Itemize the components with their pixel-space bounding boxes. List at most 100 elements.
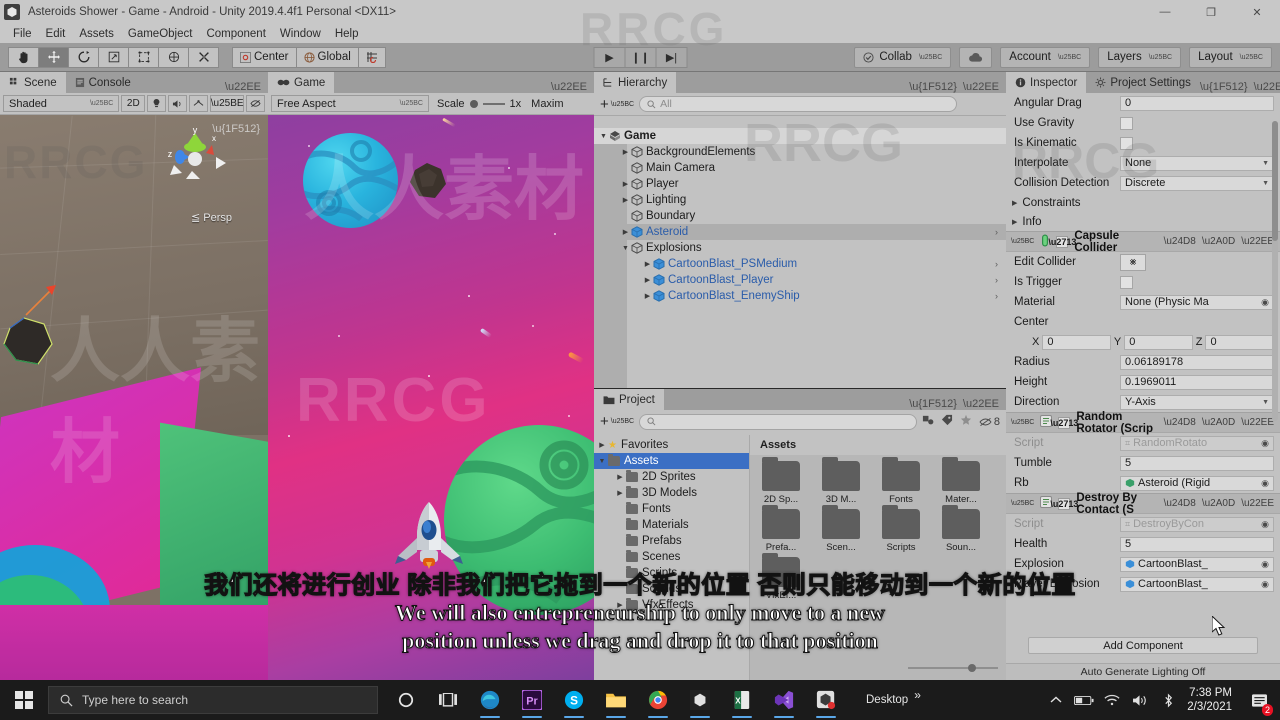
asset-zoom-slider[interactable]: [908, 662, 998, 674]
inspector-dropdown[interactable]: Discrete ▼: [1120, 175, 1274, 191]
foldout-twirl-icon[interactable]: ▶: [614, 489, 626, 497]
minimize-button[interactable]: —: [1142, 0, 1188, 24]
hierarchy-tree[interactable]: ▼ Game ▶ BackgroundElements Main Camera ▶ Play…: [594, 128, 1006, 388]
project-tree-row[interactable]: Scripts: [594, 565, 749, 581]
object-picker-icon[interactable]: ◉: [1261, 297, 1269, 308]
bluetooth-icon[interactable]: [1155, 680, 1181, 720]
move-tool-icon[interactable]: [38, 46, 69, 68]
play-button[interactable]: ▶: [593, 46, 626, 68]
inspector-object-field[interactable]: ⌗ DestroyByCon ◉: [1120, 516, 1274, 532]
effects-dropdown[interactable]: \u25BE: [210, 95, 244, 112]
foldout-twirl-icon[interactable]: \u25BC: [1011, 238, 1034, 245]
game-panel-menu[interactable]: \u22EE: [551, 81, 594, 93]
unity-icon[interactable]: [680, 680, 720, 720]
tab-console[interactable]: Console: [65, 72, 140, 93]
inspector-content[interactable]: Angular Drag 0 Use Gravity Is Kinematic Inte…: [1006, 93, 1280, 662]
hierarchy-row[interactable]: ▶ Asteroid ›: [594, 224, 1006, 240]
kebab-icon[interactable]: \u22EE: [963, 398, 999, 410]
scene-panel-menu[interactable]: \u22EE: [225, 81, 268, 93]
inspector-object-field[interactable]: Asteroid (Rigid ◉: [1120, 475, 1274, 491]
object-picker-icon[interactable]: ◉: [1261, 559, 1269, 570]
foldout-twirl-icon[interactable]: ▶: [642, 260, 653, 268]
object-picker-icon[interactable]: ◉: [1261, 478, 1269, 489]
inspector-dropdown[interactable]: Y-Axis ▼: [1120, 394, 1274, 410]
chrome-icon[interactable]: [638, 680, 678, 720]
speaker-icon[interactable]: [168, 95, 188, 112]
asset-grid-item[interactable]: 2D Sp...: [754, 457, 808, 505]
toggle-2d-button[interactable]: 2D: [121, 95, 146, 112]
destroy-by-contact-enabled-checkbox[interactable]: \u2713: [1050, 497, 1078, 510]
rect-tool-icon[interactable]: [128, 46, 159, 68]
visual-studio-icon[interactable]: [764, 680, 804, 720]
effects-icon[interactable]: [189, 95, 209, 112]
foldout-twirl-icon[interactable]: ▶: [642, 276, 653, 284]
cortana-icon[interactable]: [386, 680, 426, 720]
hierarchy-row[interactable]: ▶ BackgroundElements: [594, 144, 1006, 160]
pause-button[interactable]: ❙❙: [624, 46, 657, 68]
project-tree-row[interactable]: ▶ VfxEffects: [594, 597, 749, 613]
asset-grid-item[interactable]: Soun...: [934, 505, 988, 553]
edge-icon[interactable]: [470, 680, 510, 720]
edit-collider-button[interactable]: ⨳: [1120, 253, 1146, 271]
object-picker-icon[interactable]: ◉: [1261, 519, 1269, 530]
hierarchy-row[interactable]: ▼ Explosions: [594, 240, 1006, 256]
zoom-knob[interactable]: [968, 664, 976, 672]
custom-editor-tool-icon[interactable]: [188, 46, 219, 68]
kebab-icon[interactable]: \u22EE: [1241, 236, 1274, 247]
inspector-scrollbar[interactable]: [1272, 121, 1278, 421]
random-rotator-enabled-checkbox[interactable]: \u2713: [1050, 416, 1078, 429]
desktop-peek[interactable]: Desktop »: [860, 688, 921, 707]
hierarchy-row[interactable]: ▶ Player: [594, 176, 1006, 192]
add-gameobject-button[interactable]: + \u25BC: [600, 96, 634, 113]
project-tree-row[interactable]: ▶ 3D Models: [594, 485, 749, 501]
hierarchy-row[interactable]: ▶ CartoonBlast_EnemyShip ›: [594, 288, 1006, 304]
layout-button[interactable]: Layout \u25BC: [1189, 46, 1272, 68]
filter-by-label-icon[interactable]: [941, 414, 953, 429]
prefab-open-arrow-icon[interactable]: ›: [995, 275, 998, 285]
battery-icon[interactable]: [1071, 680, 1097, 720]
foldout-twirl-icon[interactable]: ▶: [620, 228, 631, 236]
maximize-on-play-button[interactable]: Maxim: [523, 98, 563, 110]
tab-inspector[interactable]: Inspector: [1006, 72, 1087, 93]
menu-file[interactable]: File: [6, 28, 39, 40]
capsule-collider-header[interactable]: \u25BC \u2713 Capsule Collider \u24D8 \u…: [1006, 230, 1280, 254]
inspector-checkbox[interactable]: [1120, 116, 1133, 130]
prefab-open-arrow-icon[interactable]: ›: [995, 259, 998, 269]
hierarchy-row[interactable]: Boundary: [594, 208, 1006, 224]
vector-y-input[interactable]: 0: [1124, 334, 1193, 350]
chevron-up-icon[interactable]: [1043, 680, 1069, 720]
inspector-text-input[interactable]: 5: [1120, 536, 1274, 552]
object-picker-icon[interactable]: ◉: [1261, 579, 1269, 590]
hand-tool-icon[interactable]: [8, 46, 39, 68]
notification-center-icon[interactable]: 2: [1244, 680, 1274, 720]
project-search-input[interactable]: [639, 413, 917, 430]
foldout-twirl-icon[interactable]: ▶: [642, 292, 653, 300]
inspector-foldout[interactable]: ▶ Constraints: [1006, 193, 1280, 212]
preset-icon[interactable]: \u2A0D: [1202, 236, 1235, 247]
prefab-open-arrow-icon[interactable]: ›: [995, 227, 998, 237]
vector-z-input[interactable]: 0: [1205, 334, 1275, 350]
perspective-label[interactable]: ≦ Persp: [191, 211, 232, 224]
taskbar-clock[interactable]: 7:38 PM 2/3/2021: [1183, 686, 1242, 715]
hidden-packages-toggle[interactable]: 8: [979, 416, 1000, 428]
windows-logo-icon[interactable]: [0, 680, 48, 720]
asset-grid-item[interactable]: Prefa...: [754, 505, 808, 553]
explorer-icon[interactable]: [596, 680, 636, 720]
filter-by-type-icon[interactable]: [922, 414, 934, 429]
random-rotator-header[interactable]: \u25BC \u2713 Random Rotator (Scrip \u24…: [1006, 411, 1280, 435]
collab-button[interactable]: Collab \u25BC: [854, 46, 952, 68]
inspector-text-input[interactable]: 5: [1120, 455, 1274, 471]
task-view-icon[interactable]: [428, 680, 468, 720]
hierarchy-row[interactable]: ▼ Game: [594, 128, 1006, 144]
prefab-open-arrow-icon[interactable]: ›: [995, 291, 998, 301]
close-button[interactable]: ✕: [1234, 0, 1280, 24]
tab-game[interactable]: Game: [268, 72, 335, 93]
game-viewport[interactable]: 人人素材 RRCG: [268, 115, 594, 680]
destroy-by-contact-header[interactable]: \u25BC \u2713 Destroy By Contact (S \u24…: [1006, 492, 1280, 516]
foldout-twirl-icon[interactable]: \u25BC: [1011, 500, 1034, 507]
premiere-icon[interactable]: Pr: [512, 680, 552, 720]
project-folder-tree[interactable]: ▶ ★ Favorites ▼ Assets ▶ 2D Sprites ▶ 3D Models F…: [594, 435, 750, 680]
asset-grid-item[interactable]: Fonts: [874, 457, 928, 505]
foldout-twirl-icon[interactable]: \u25BC: [1011, 419, 1034, 426]
project-tree-row[interactable]: ▼ Assets: [594, 453, 749, 469]
